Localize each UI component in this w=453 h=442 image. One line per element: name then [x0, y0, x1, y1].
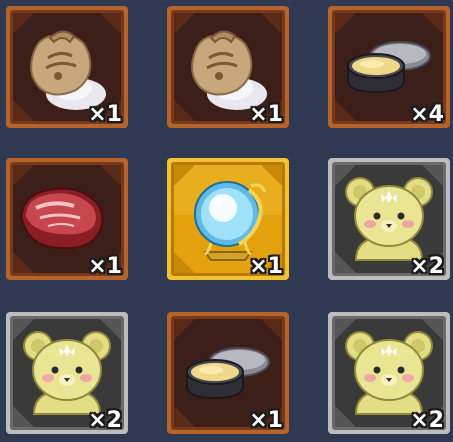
item-quantity: ×1 [88, 254, 122, 279]
item-quantity: ×1 [249, 408, 283, 433]
item-slot-meat[interactable]: ×1 [4, 156, 130, 282]
item-grid: ×1 ×1 ×4 ×1 ×1 ×2 ×2 ×1 ×2 [0, 0, 453, 442]
item-slot-flour-1[interactable]: ×1 [4, 4, 130, 130]
item-quantity: ×1 [249, 254, 283, 279]
item-quantity: ×1 [88, 102, 122, 127]
item-slot-butter-1[interactable]: ×4 [326, 4, 452, 130]
item-quantity: ×2 [88, 408, 122, 433]
item-slot-bear-plush-3[interactable]: ×2 [326, 310, 452, 436]
item-slot-flour-2[interactable]: ×1 [165, 4, 291, 130]
item-quantity: ×2 [410, 254, 444, 279]
item-quantity: ×2 [410, 408, 444, 433]
item-quantity: ×4 [410, 102, 444, 127]
item-quantity: ×1 [249, 102, 283, 127]
item-slot-bear-plush-2[interactable]: ×2 [4, 310, 130, 436]
item-slot-crystal-orb[interactable]: ×1 [165, 156, 291, 282]
item-slot-bear-plush-1[interactable]: ×2 [326, 156, 452, 282]
item-slot-butter-2[interactable]: ×1 [165, 310, 291, 436]
